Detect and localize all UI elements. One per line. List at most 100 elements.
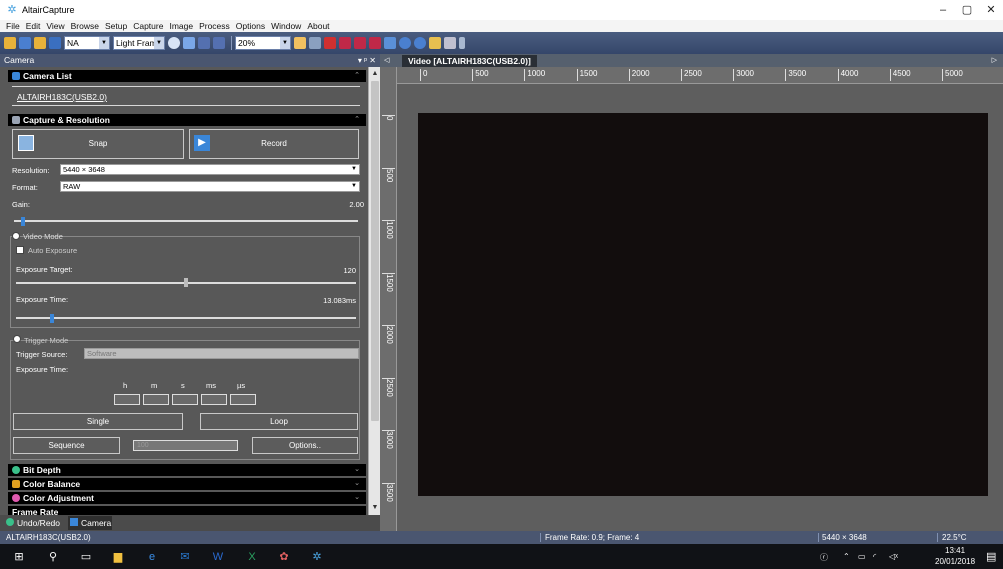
us-stepper[interactable]	[230, 394, 256, 405]
clock-time[interactable]: 13:41	[945, 546, 965, 555]
tab-camera[interactable]: Camera	[68, 516, 112, 530]
volume-icon[interactable]: ◁ᵡ	[889, 552, 898, 561]
stop-red-icon[interactable]	[354, 37, 366, 49]
exposure-time-slider[interactable]	[16, 317, 356, 319]
notifications-icon[interactable]: ▤	[986, 550, 996, 563]
seconds-stepper[interactable]	[172, 394, 198, 405]
tab-video-document[interactable]: Video [ALTAIRH183C(USB2.0)]	[402, 55, 537, 67]
format-label: Format:	[12, 183, 38, 192]
options-button[interactable]: Options..	[252, 437, 358, 454]
sequence-button[interactable]: Sequence	[13, 437, 120, 454]
tab-scroll-right-icon[interactable]: ▷	[992, 54, 997, 67]
video-mode-radio[interactable]	[12, 232, 20, 240]
excel-icon[interactable]: X	[245, 550, 259, 564]
word-icon[interactable]: W	[211, 550, 225, 564]
exposure-time-label: Exposure Time:	[16, 295, 69, 304]
settings-icon[interactable]	[444, 37, 456, 49]
edge-browser-icon[interactable]: e	[145, 550, 159, 564]
frame-type-select[interactable]: Light Frame ▼	[113, 36, 165, 50]
app-pinned-icon[interactable]: ✿	[277, 550, 291, 564]
frame-rate-header[interactable]: Frame Rate	[8, 506, 366, 515]
capture-icon[interactable]	[168, 37, 180, 49]
sequence-count-stepper[interactable]: 100	[133, 440, 238, 451]
exposure-target-handle[interactable]	[184, 278, 188, 287]
minutes-stepper[interactable]	[143, 394, 169, 405]
menu-browse[interactable]: Browse	[71, 21, 99, 31]
record-red-icon[interactable]	[339, 37, 351, 49]
record-button[interactable]: ▶ Record	[189, 129, 359, 159]
people-icon[interactable]: ⓡ	[820, 552, 828, 563]
resolution-select[interactable]: 5440 × 3648 ▼	[60, 164, 360, 175]
gain-slider[interactable]	[14, 220, 358, 222]
camera-panel-scrollbar[interactable]: ▲ ▼	[368, 67, 380, 515]
abort-icon[interactable]	[369, 37, 381, 49]
trigger-source-select[interactable]: Software	[84, 348, 359, 359]
maximize-button[interactable]: ▢	[955, 0, 979, 20]
menu-window[interactable]: Window	[271, 21, 301, 31]
scroll-down-icon[interactable]: ▼	[370, 503, 380, 513]
ms-stepper[interactable]	[201, 394, 227, 405]
menu-file[interactable]: File	[6, 21, 20, 31]
pause-icon[interactable]	[198, 37, 210, 49]
menu-about[interactable]: About	[307, 21, 329, 31]
menu-process[interactable]: Process	[199, 21, 230, 31]
bit-depth-header[interactable]: Bit Depth ⌄	[8, 464, 366, 476]
ruler-tick-label: 3000	[733, 69, 754, 81]
search-icon[interactable]: ⚲	[46, 550, 60, 564]
menu-capture[interactable]: Capture	[133, 21, 163, 31]
open-folder-icon[interactable]	[4, 37, 16, 49]
rotate-right-icon[interactable]	[414, 37, 426, 49]
task-view-icon[interactable]: ▭	[79, 550, 93, 564]
wizard-icon[interactable]	[429, 37, 441, 49]
fit-window-icon[interactable]	[294, 37, 306, 49]
clock-date[interactable]: 20/01/2018	[935, 557, 975, 566]
altaircapture-taskbar-icon[interactable]: ✲	[310, 550, 324, 564]
windows-start-icon[interactable]: ⊞	[12, 550, 26, 564]
resolution-label: Resolution:	[12, 166, 50, 175]
tab-scroll-left-icon[interactable]: ◁	[384, 54, 389, 67]
play-icon[interactable]	[183, 37, 195, 49]
wifi-icon[interactable]: ◜	[873, 552, 876, 561]
toolbar-divider	[231, 36, 232, 50]
menu-options[interactable]: Options	[236, 21, 265, 31]
scroll-up-icon[interactable]: ▲	[370, 69, 380, 79]
menu-edit[interactable]: Edit	[26, 21, 41, 31]
rotate-left-icon[interactable]	[399, 37, 411, 49]
format-select[interactable]: RAW ▼	[60, 181, 360, 192]
auto-exposure-checkbox[interactable]	[16, 246, 24, 254]
scrollbar-thumb[interactable]	[371, 81, 379, 421]
gain-slider-handle[interactable]	[20, 217, 25, 226]
camera-list-item[interactable]: ALTAIRH183C(USB2.0)	[17, 92, 107, 102]
color-adjustment-header[interactable]: Color Adjustment ⌄	[8, 492, 366, 504]
menu-setup[interactable]: Setup	[105, 21, 127, 31]
trigger-mode-radio[interactable]	[13, 335, 21, 343]
camera-select[interactable]: NA ▼	[64, 36, 110, 50]
live-video-frame[interactable]	[418, 113, 988, 496]
menu-image[interactable]: Image	[169, 21, 193, 31]
browse-folder-icon[interactable]	[34, 37, 46, 49]
outlook-icon[interactable]: ✉	[178, 550, 192, 564]
crop-icon[interactable]	[309, 37, 321, 49]
file-explorer-icon[interactable]: ▆	[111, 550, 125, 564]
minimize-button[interactable]: –	[931, 0, 955, 20]
show-hidden-icon[interactable]: ⌃	[843, 552, 850, 561]
exposure-time-handle[interactable]	[49, 314, 54, 323]
color-balance-header[interactable]: Color Balance ⌄	[8, 478, 366, 490]
histogram-icon[interactable]	[384, 37, 396, 49]
snap-button[interactable]: Snap	[12, 129, 184, 159]
hours-stepper[interactable]	[114, 394, 140, 405]
delete-icon[interactable]	[324, 37, 336, 49]
camera-select-icon[interactable]	[49, 37, 61, 49]
camera-list-header[interactable]: Camera List ⌃	[8, 70, 366, 82]
menu-view[interactable]: View	[46, 21, 64, 31]
zoom-select[interactable]: 20% ▼	[235, 36, 291, 50]
close-button[interactable]: ✕	[979, 0, 1003, 20]
capture-resolution-header[interactable]: Capture & Resolution ⌃	[8, 114, 366, 126]
stop-icon[interactable]	[213, 37, 225, 49]
save-icon[interactable]	[19, 37, 31, 49]
loop-button[interactable]: Loop	[200, 413, 358, 430]
panel-controls[interactable]: ▾ ᵖ ✕	[358, 54, 376, 67]
single-button[interactable]: Single	[13, 413, 183, 430]
tab-undo-redo[interactable]: Undo/Redo	[4, 516, 66, 530]
color-balance-icon	[12, 480, 20, 488]
